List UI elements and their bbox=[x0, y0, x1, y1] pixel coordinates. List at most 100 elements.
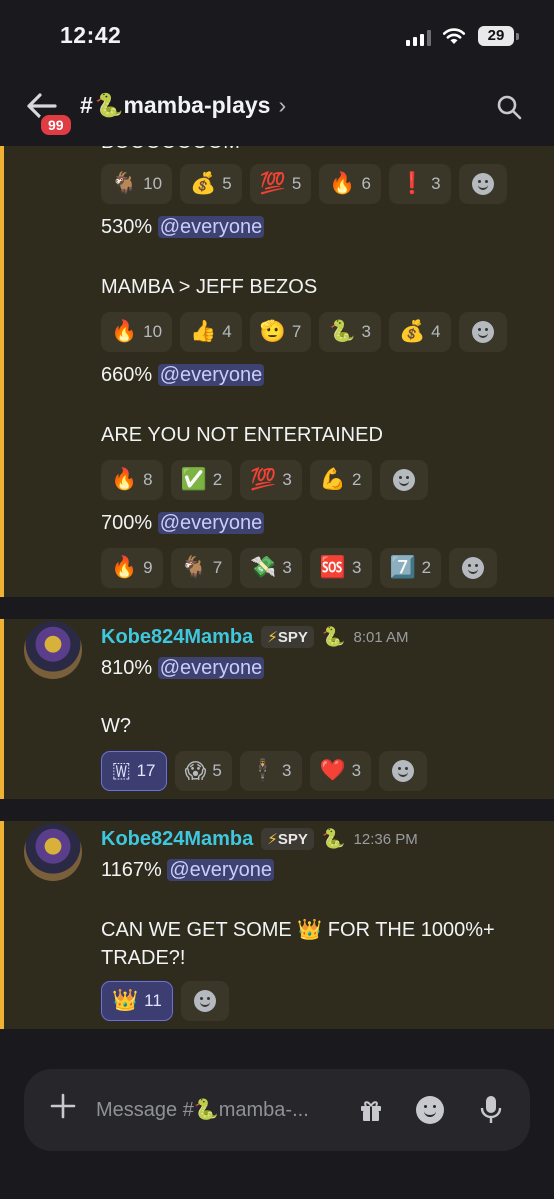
role-tag-label: SPY bbox=[277, 629, 308, 646]
reaction-row: 🇼 17 😱 5 🕴️ 3 ❤️ 3 bbox=[101, 751, 428, 791]
mention-everyone[interactable]: @everyone bbox=[167, 859, 274, 881]
search-icon[interactable] bbox=[496, 94, 522, 120]
reaction-hundred[interactable]: 💯 5 bbox=[249, 164, 312, 204]
reaction-count: 6 bbox=[361, 174, 371, 193]
reaction-money-wings[interactable]: 💸 3 bbox=[240, 548, 302, 588]
reaction-goat[interactable]: 🐐 7 bbox=[170, 548, 233, 588]
reaction-emoji: 💸 bbox=[250, 556, 277, 579]
reaction-count: 4 bbox=[431, 322, 441, 341]
reaction-goat[interactable]: 🐐 10 bbox=[101, 164, 173, 204]
chevron-right-icon: › bbox=[278, 92, 287, 118]
status-bar: 12:42 29 bbox=[0, 0, 554, 70]
reaction-count: 3 bbox=[351, 761, 362, 780]
reaction-fire[interactable]: 🔥 9 bbox=[101, 548, 163, 588]
reaction-emoji: 🔥 bbox=[111, 320, 138, 343]
reaction-count: 5 bbox=[291, 174, 302, 193]
channel-title[interactable]: # 🐍 mamba-plays › bbox=[80, 92, 286, 119]
reaction-count: 10 bbox=[143, 174, 163, 193]
reaction-emoji: 🐐 bbox=[111, 172, 138, 195]
battery-icon: 29 bbox=[478, 26, 519, 46]
mention-everyone[interactable]: @everyone bbox=[157, 216, 265, 238]
reaction-hundred[interactable]: 💯 3 bbox=[240, 460, 302, 500]
reaction-exclamation[interactable]: ❗ 3 bbox=[388, 164, 451, 204]
add-reaction-button[interactable] bbox=[449, 548, 498, 588]
reaction-money-bag[interactable]: 💰 5 bbox=[180, 164, 242, 204]
add-reaction-button[interactable] bbox=[458, 312, 507, 352]
reaction-count: 10 bbox=[143, 322, 163, 341]
author-line: Kobe824Mamba ⚡SPY 🐍 8:01 AM bbox=[101, 625, 409, 649]
plus-icon[interactable] bbox=[50, 1093, 76, 1119]
reaction-count: 3 bbox=[352, 558, 362, 577]
reaction-count: 11 bbox=[144, 991, 162, 1010]
reaction-seven[interactable]: 7️⃣ 2 bbox=[379, 548, 442, 588]
reaction-heart[interactable]: ❤️ 3 bbox=[309, 751, 372, 791]
reaction-fire[interactable]: 🔥 10 bbox=[101, 312, 173, 352]
reaction-emoji: 💯 bbox=[250, 468, 277, 491]
mention-everyone[interactable]: @everyone bbox=[157, 364, 265, 386]
reaction-count: 5 bbox=[222, 174, 232, 193]
avatar[interactable] bbox=[24, 621, 82, 679]
reaction-emoji: 💰 bbox=[398, 320, 426, 343]
channel-hash: # bbox=[80, 92, 93, 118]
message-text: 1167% @everyone bbox=[101, 859, 274, 882]
reaction-sos[interactable]: 🆘 3 bbox=[309, 548, 372, 588]
reaction-emoji: 🕴️ bbox=[249, 759, 277, 782]
reaction-count: 4 bbox=[222, 322, 232, 341]
microphone-icon[interactable] bbox=[480, 1095, 502, 1125]
reaction-count: 3 bbox=[282, 761, 292, 780]
reaction-levitating-man[interactable]: 🕴️ 3 bbox=[239, 751, 302, 791]
add-reaction-button[interactable] bbox=[379, 460, 428, 500]
reaction-letter-w[interactable]: 🇼 17 bbox=[101, 751, 167, 791]
message-text: 810% @everyone bbox=[101, 657, 265, 680]
reaction-count: 2 bbox=[421, 558, 432, 577]
reaction-salute[interactable]: 🫡 7 bbox=[249, 312, 312, 352]
message-text: W? bbox=[101, 715, 131, 737]
reaction-row: 🔥 9 🐐 7 💸 3 🆘 3 7️⃣ 2 bbox=[101, 548, 498, 588]
emoji-picker-icon[interactable] bbox=[416, 1096, 444, 1124]
reaction-emoji: 👑 bbox=[112, 989, 139, 1012]
role-tag[interactable]: ⚡SPY bbox=[261, 626, 314, 648]
role-tag-label: SPY bbox=[277, 831, 308, 848]
message-text: 660% @everyone bbox=[101, 364, 265, 387]
mention-everyone[interactable]: @everyone bbox=[157, 657, 265, 679]
add-reaction-button[interactable] bbox=[180, 981, 229, 1021]
reaction-fire[interactable]: 🔥 6 bbox=[319, 164, 381, 204]
author-name[interactable]: Kobe824Mamba bbox=[101, 626, 253, 649]
snake-icon: 🐍 bbox=[94, 92, 124, 118]
add-reaction-icon bbox=[392, 469, 415, 491]
reaction-crown[interactable]: 👑 11 bbox=[101, 981, 173, 1021]
add-reaction-button[interactable] bbox=[379, 751, 428, 791]
reaction-snake[interactable]: 🐍 3 bbox=[319, 312, 381, 352]
message-divider bbox=[0, 597, 554, 619]
add-reaction-icon bbox=[471, 173, 494, 195]
message-group: BOOOOOOOM 🐐 10 💰 5 💯 5 🔥 6 ❗ 3 530% @everyone… bbox=[0, 146, 554, 597]
reaction-count: 5 bbox=[212, 761, 222, 780]
message-percent: 700% bbox=[101, 512, 153, 534]
unread-badge[interactable]: 99 bbox=[38, 112, 74, 138]
add-reaction-icon bbox=[392, 760, 415, 782]
message-text: CAN WE GET SOME 👑 FOR THE 1000%+ bbox=[101, 917, 495, 942]
add-reaction-icon bbox=[193, 990, 216, 1012]
message-fragment: FOR THE 1000%+ bbox=[322, 919, 495, 941]
bolt-icon: ⚡ bbox=[267, 629, 278, 646]
reaction-thumbs-up[interactable]: 👍 4 bbox=[180, 312, 242, 352]
message-input[interactable]: Message #🐍mamba-... bbox=[96, 1097, 309, 1122]
reaction-emoji: ❤️ bbox=[319, 759, 346, 782]
reaction-fire[interactable]: 🔥 8 bbox=[101, 460, 163, 500]
crown-icon: 👑 bbox=[297, 919, 323, 941]
add-reaction-button[interactable] bbox=[458, 164, 507, 204]
reaction-money-bag[interactable]: 💰 4 bbox=[388, 312, 451, 352]
avatar[interactable] bbox=[24, 823, 82, 881]
author-name[interactable]: Kobe824Mamba bbox=[101, 828, 253, 851]
mention-everyone[interactable]: @everyone bbox=[157, 512, 265, 534]
reaction-check[interactable]: ✅ 2 bbox=[170, 460, 233, 500]
reaction-count: 3 bbox=[282, 470, 292, 489]
message-composer[interactable]: Message #🐍mamba-... bbox=[24, 1069, 530, 1151]
gift-icon[interactable] bbox=[358, 1097, 384, 1123]
reaction-count: 8 bbox=[143, 470, 153, 489]
reaction-scream[interactable]: 😱 5 bbox=[174, 751, 232, 791]
message-divider bbox=[0, 799, 554, 821]
message-text: ARE YOU NOT ENTERTAINED bbox=[101, 424, 383, 446]
role-tag[interactable]: ⚡SPY bbox=[261, 828, 314, 850]
reaction-muscle[interactable]: 💪 2 bbox=[309, 460, 372, 500]
